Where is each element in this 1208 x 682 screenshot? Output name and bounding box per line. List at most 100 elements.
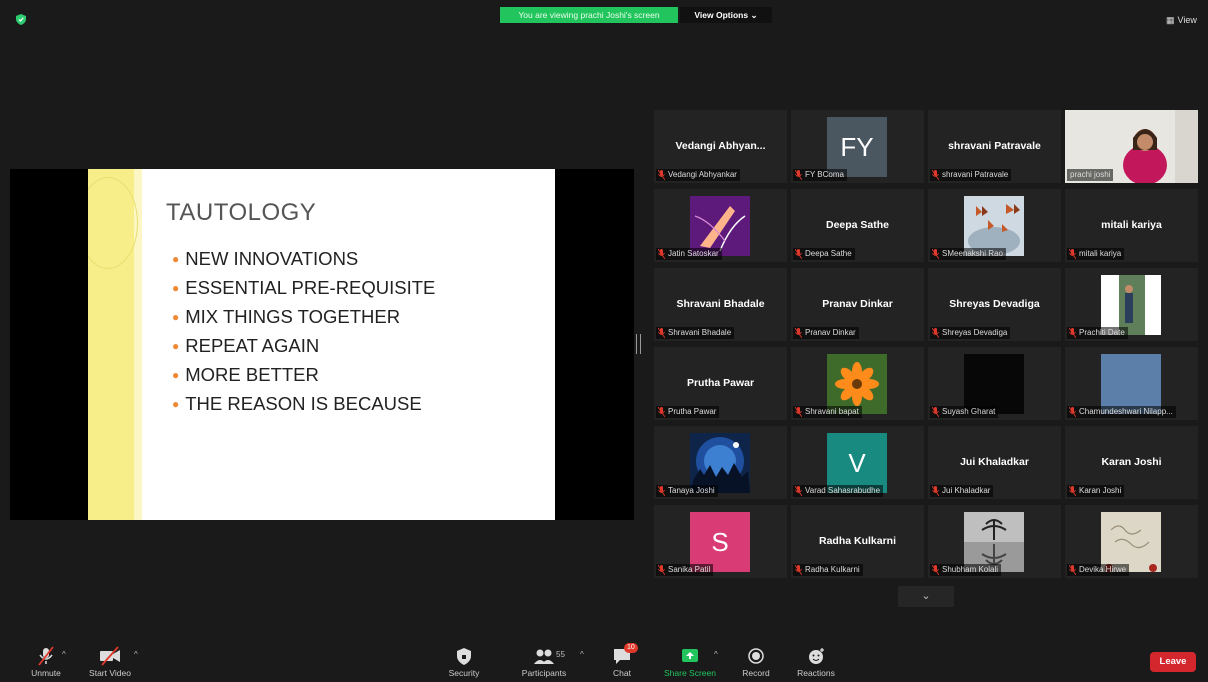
participant-display-name: Karan Joshi (1101, 456, 1162, 468)
mic-muted-icon (658, 249, 665, 259)
participant-tile[interactable]: Vedangi Abhyan... Vedangi Abhyankar (654, 110, 787, 183)
participant-tile[interactable]: Jui Khaladkar Jui Khaladkar (928, 426, 1061, 499)
participant-name-label: prachi joshi (1067, 169, 1114, 181)
participant-photo (964, 196, 1024, 256)
chat-unread-badge: 10 (624, 643, 638, 653)
chat-button[interactable]: 10 Chat (590, 638, 654, 682)
slide-bullet: ● MORE BETTER (172, 363, 435, 392)
security-button[interactable]: Security (432, 638, 496, 682)
panel-splitter-handle[interactable] (636, 334, 641, 354)
share-screen-button[interactable]: ^ Share Screen (658, 638, 722, 682)
view-button[interactable]: ▦ View (1166, 15, 1197, 26)
participant-display-name: Radha Kulkarni (818, 535, 897, 547)
participant-tile[interactable]: Shreyas Devadiga Shreyas Devadiga (928, 268, 1061, 341)
unmute-options-caret[interactable]: ^ (62, 650, 66, 659)
participant-display-name: Deepa Sathe (825, 219, 890, 231)
leave-button[interactable]: Leave (1150, 652, 1196, 672)
participant-name: Tanaya Joshi (668, 486, 715, 495)
video-options-caret[interactable]: ^ (134, 650, 138, 659)
unmute-button[interactable]: ^ Unmute (14, 638, 78, 682)
mic-muted-icon (932, 486, 939, 496)
gallery-next-page-button[interactable]: ⌄ (898, 586, 954, 607)
mic-muted-icon (932, 565, 939, 575)
bullet-icon: ● (172, 252, 180, 266)
reactions-label: Reactions (797, 668, 835, 678)
view-options-button[interactable]: View Options ⌄ (680, 7, 772, 23)
participant-tile[interactable]: FY FY BComa (791, 110, 924, 183)
participant-tile[interactable]: Suyash Gharat (928, 347, 1061, 420)
participant-name: Shubham Kolali (942, 565, 999, 574)
participant-name-label: Chamundeshwari Nilapp... (1067, 406, 1176, 418)
bullet-text: MORE BETTER (185, 364, 319, 385)
start-video-label: Start Video (89, 668, 131, 678)
record-label: Record (742, 668, 770, 678)
participants-button[interactable]: 55 ^ Participants (512, 638, 584, 682)
mic-muted-icon (658, 407, 665, 417)
participant-name-label: Karan Joshi (1067, 485, 1125, 497)
participant-name-label: Shravani bapat (793, 406, 862, 418)
start-video-button[interactable]: ^ Start Video (78, 638, 142, 682)
mic-muted-icon (658, 328, 665, 338)
shield-icon (457, 648, 471, 665)
mic-muted-icon (1069, 249, 1076, 259)
participant-name-label: Prutha Pawar (656, 406, 720, 418)
mic-muted-icon (658, 486, 665, 496)
share-options-caret[interactable]: ^ (714, 650, 718, 659)
participant-tile[interactable]: Deepa Sathe Deepa Sathe (791, 189, 924, 262)
participant-tile[interactable]: Karan Joshi Karan Joshi (1065, 426, 1198, 499)
participants-label: Participants (521, 668, 567, 678)
participant-tile[interactable]: S Sanika Patil (654, 505, 787, 578)
mic-muted-icon (932, 249, 939, 259)
mic-muted-icon (1069, 328, 1076, 338)
participant-tile[interactable]: Radha Kulkarni Radha Kulkarni (791, 505, 924, 578)
participant-tile[interactable]: Shravani bapat (791, 347, 924, 420)
participant-tile[interactable]: shravani Patravale shravani Patravale (928, 110, 1061, 183)
mic-muted-icon (1069, 565, 1076, 575)
chat-label: Chat (613, 668, 631, 678)
record-button[interactable]: Record (724, 638, 788, 682)
bullet-text: MIX THINGS TOGETHER (185, 306, 401, 327)
participant-tile[interactable]: mitali kariya mitali kariya (1065, 189, 1198, 262)
mic-muted-icon (658, 565, 665, 575)
participant-tile[interactable]: Shubham Kolali (928, 505, 1061, 578)
participant-name-label: Jui Khaladkar (930, 485, 994, 497)
participant-tile[interactable]: Prachiti Date (1065, 268, 1198, 341)
participant-tile[interactable]: prachi joshi (1065, 110, 1198, 183)
participant-photo (827, 354, 887, 414)
participant-name: shravani Patravale (942, 170, 1009, 179)
participant-tile[interactable]: Prutha Pawar Prutha Pawar (654, 347, 787, 420)
bullet-text: ESSENTIAL PRE-REQUISITE (185, 277, 436, 298)
participant-tile[interactable]: Devika Hirwe (1065, 505, 1198, 578)
mic-muted-icon (932, 328, 939, 338)
participant-tile[interactable]: SMeenakshi Rao (928, 189, 1061, 262)
participant-name: Radha Kulkarni (805, 565, 860, 574)
bullet-icon: ● (172, 339, 180, 353)
participants-options-caret[interactable]: ^ (580, 650, 584, 659)
mic-muted-icon (38, 646, 54, 666)
view-label: View (1177, 15, 1197, 25)
encryption-shield-icon[interactable] (16, 14, 26, 25)
bullet-icon: ● (172, 368, 180, 382)
mic-muted-icon (795, 407, 802, 417)
participant-name-label: Shreyas Devadiga (930, 327, 1011, 339)
participants-count: 55 (556, 650, 565, 659)
participant-display-name: Jui Khaladkar (960, 456, 1029, 468)
participant-tile[interactable]: Shravani Bhadale Shravani Bhadale (654, 268, 787, 341)
mic-muted-icon (795, 565, 802, 575)
unmute-label: Unmute (31, 668, 61, 678)
participant-tile[interactable]: Jatin Satoskar (654, 189, 787, 262)
mic-muted-icon (932, 170, 939, 180)
participant-name-label: Deepa Sathe (793, 248, 855, 260)
participant-photo (1101, 354, 1161, 414)
participant-photo (964, 512, 1024, 572)
reactions-icon (809, 648, 824, 664)
participant-name: Deepa Sathe (805, 249, 852, 258)
mic-muted-icon (932, 407, 939, 417)
reactions-button[interactable]: Reactions (784, 638, 848, 682)
participant-name: FY BComa (805, 170, 844, 179)
bullet-text: THE REASON IS BECAUSE (185, 393, 422, 414)
participant-tile[interactable]: Chamundeshwari Nilapp... (1065, 347, 1198, 420)
participant-tile[interactable]: Pranav Dinkar Pranav Dinkar (791, 268, 924, 341)
participant-tile[interactable]: V Varad Sahasrabudhe (791, 426, 924, 499)
participant-tile[interactable]: Tanaya Joshi (654, 426, 787, 499)
